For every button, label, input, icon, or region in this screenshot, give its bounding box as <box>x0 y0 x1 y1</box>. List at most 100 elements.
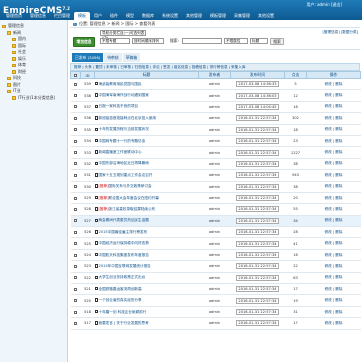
row-checkbox[interactable] <box>74 276 77 280</box>
row-select-cell[interactable] <box>70 78 81 91</box>
select-all-checkbox[interactable] <box>74 74 77 77</box>
row-operations[interactable]: 修改 | 删除 <box>306 101 361 114</box>
row-operations[interactable]: 修改 | 删除 <box>306 226 361 239</box>
row-operations[interactable]: 修改 | 删除 <box>306 124 361 136</box>
row-title[interactable]: 新冠疫苗首批接种点在北京投入使用 <box>99 116 157 120</box>
row-title-cell[interactable]: 中国东部沿海地区近日再降暴雨 <box>94 158 199 171</box>
row-select-cell[interactable] <box>70 226 81 239</box>
row-title[interactable]: 中国东部沿海地区近日再降暴雨 <box>99 161 149 165</box>
row-user[interactable]: admin <box>198 294 231 307</box>
row-operations[interactable]: 修改 | 删除 <box>306 294 361 307</box>
row-title-cell[interactable]: 中国海军南海作战行动遇到国家 <box>94 89 199 102</box>
table-row[interactable]: 538 中国海军南海作战行动遇到国家 admin 2017-03-08 14:36:0… <box>70 89 361 102</box>
search-input[interactable] <box>182 38 222 44</box>
row-operations[interactable]: 修改 | 删除 <box>306 203 361 216</box>
row-title-cell[interactable]: 新闻直播室工作室联动中心 <box>94 146 199 159</box>
table-row[interactable]: 530 [推荐]国际关系与外交政策研讨会 admin 2016-01-31 22:57… <box>70 181 361 193</box>
row-title[interactable]: 日报一家科技不良的项目 <box>99 104 139 108</box>
row-checkbox[interactable] <box>74 230 77 234</box>
menu-item[interactable]: 采集管理 <box>230 12 254 20</box>
menu-item[interactable]: 模板 <box>74 12 90 20</box>
menu-item[interactable]: 栏目管理 <box>50 12 74 20</box>
menu-item[interactable]: 模板管理 <box>206 12 230 20</box>
menu-item[interactable]: 其他管理 <box>182 12 206 20</box>
row-user[interactable]: admin <box>198 158 231 171</box>
row-title[interactable]: 大学生创业扶持政策正式出台 <box>99 275 146 279</box>
table-row[interactable]: 536 新冠疫苗首批接种点在北京投入使用 admin 2016-01-31 22:57… <box>70 112 361 125</box>
row-operations[interactable]: 修改 | 删除 <box>306 89 361 102</box>
row-title[interactable]: 十年磨一剑 科技企业砥砺前行 <box>99 310 147 314</box>
status-tab[interactable]: 待审核 <box>104 53 122 62</box>
row-operations[interactable]: 修改 | 删除 <box>306 306 361 319</box>
menu-item[interactable]: 模型 <box>122 12 138 20</box>
row-operations[interactable]: 修改 | 删除 <box>306 146 361 159</box>
table-row[interactable]: 522 大学生创业扶持政策正式出台 admin 2016-01-31 22:57:34… <box>70 272 361 285</box>
row-user[interactable]: admin <box>198 249 231 262</box>
menu-item[interactable]: 数据库 <box>138 12 158 20</box>
row-checkbox[interactable] <box>74 105 77 109</box>
table-row[interactable]: 525 中国经济运行保持稳中向好态势 admin 2016-01-31 22:57:3… <box>70 237 361 250</box>
row-user[interactable]: admin <box>198 203 231 216</box>
sort-select[interactable]: 按时间顺序排列 <box>132 38 164 44</box>
table-row[interactable]: 532 中国东部沿海地区近日再降暴雨 admin 2016-01-31 22:57:3… <box>70 158 361 171</box>
row-title[interactable]: 我要发言 | 关于行业发展的思考 <box>99 321 149 325</box>
row-operations[interactable]: 修改 | 删除 <box>306 135 361 148</box>
row-operations[interactable]: 修改 | 删除 <box>306 192 361 205</box>
field-select[interactable]: 标题 <box>250 38 268 44</box>
row-title-cell[interactable]: 十年的发展历程与当前发展状况 <box>94 124 199 136</box>
row-checkbox[interactable] <box>74 151 77 155</box>
row-operations[interactable]: 修改 | 删除 <box>306 283 361 296</box>
row-select-cell[interactable] <box>70 124 81 136</box>
table-row[interactable]: 523 2015年中国互联网发展统计报告 admin 2016-01-31 22:57… <box>70 260 361 273</box>
category-select[interactable]: 导航分类栏目(一)可选列表(中) <box>100 30 146 40</box>
row-user[interactable]: admin <box>198 306 231 319</box>
row-user[interactable]: admin <box>198 283 231 296</box>
row-select-cell[interactable] <box>70 203 81 216</box>
row-user[interactable]: admin <box>198 135 231 148</box>
user-info[interactable]: 用户: admin [退出] <box>306 2 342 8</box>
row-checkbox[interactable] <box>74 116 77 120</box>
row-user[interactable]: admin <box>198 101 231 114</box>
row-title-cell[interactable]: 2015年中国互联网发展统计报告 <box>94 260 199 273</box>
row-user[interactable]: admin <box>198 112 231 125</box>
row-title[interactable]: 两会期间代表委员热议民生话题 <box>99 218 149 222</box>
row-user[interactable]: admin <box>198 78 231 91</box>
row-title[interactable]: 国家十五五规划重点工作会议召开 <box>99 173 153 177</box>
row-title-cell[interactable]: 我要发言 | 关于行业发展的思考 <box>94 317 199 330</box>
row-operations[interactable]: 修改 | 删除 <box>306 237 361 250</box>
col-title[interactable]: 标题 <box>94 71 199 79</box>
row-checkbox[interactable] <box>74 287 77 291</box>
row-select-cell[interactable] <box>70 181 81 193</box>
row-select-cell[interactable] <box>70 89 81 102</box>
row-title[interactable]: 中国网专题十一行的专题访谈 <box>99 139 146 143</box>
row-operations[interactable]: 修改 | 删除 <box>306 317 361 330</box>
row-select-cell[interactable] <box>70 283 81 296</box>
table-row[interactable]: 527 两会期间代表委员热议民生话题 admin 2016-01-31 22:57:3… <box>70 215 361 228</box>
table-row[interactable]: 517 我要发言 | 关于行业发展的思考 admin 2016-01-31 22:57… <box>70 317 361 330</box>
col-time[interactable]: 发布时间 <box>230 71 285 79</box>
row-title-cell[interactable]: 中国经济运行保持稳中向好态势 <box>94 237 199 250</box>
row-checkbox[interactable] <box>74 185 77 189</box>
row-select-cell[interactable] <box>70 272 81 285</box>
table-row[interactable]: 537 日报一家科技不良的项目 admin 2017-03-08 14:04:45 16… <box>70 101 361 114</box>
row-checkbox[interactable] <box>74 94 77 98</box>
table-row[interactable]: 518 十年磨一剑 科技企业砥砺前行 admin 2016-01-31 22:57:3… <box>70 306 361 319</box>
row-operations[interactable]: 修改 | 删除 <box>306 78 361 91</box>
table-row[interactable]: 529 [推荐]联合国大会年度会议在纽约开幕 admin 2016-01-31 22:… <box>70 192 361 205</box>
row-title-cell[interactable]: 十年磨一剑 科技企业砥砺前行 <box>94 306 199 319</box>
row-title[interactable]: 中国航天科技集团发布年度报告 <box>99 253 149 257</box>
row-select-cell[interactable] <box>70 112 81 125</box>
table-row[interactable]: 531 国家十五五规划重点工作会议召开 admin 2016-01-31 22:57:… <box>70 169 361 182</box>
row-select-cell[interactable] <box>70 135 81 148</box>
row-select-cell[interactable] <box>70 146 81 159</box>
row-user[interactable]: admin <box>198 192 231 205</box>
tree-node[interactable]: IT行业(1本分类信息) <box>2 95 65 102</box>
row-user[interactable]: admin <box>198 146 231 159</box>
menu-item[interactable]: 插件 <box>106 12 122 20</box>
attribute-select[interactable]: 不限属性 <box>224 38 248 44</box>
row-title-cell[interactable]: 全国铁路春运客流再创新高 <box>94 283 199 296</box>
row-checkbox[interactable] <box>74 128 77 132</box>
row-title[interactable]: 全国铁路春运客流再创新高 <box>99 287 142 291</box>
row-title-cell[interactable]: 日报一家科技不良的项目 <box>94 101 199 114</box>
row-title[interactable]: 联合国大会年度会议在纽约开幕 <box>109 196 159 200</box>
